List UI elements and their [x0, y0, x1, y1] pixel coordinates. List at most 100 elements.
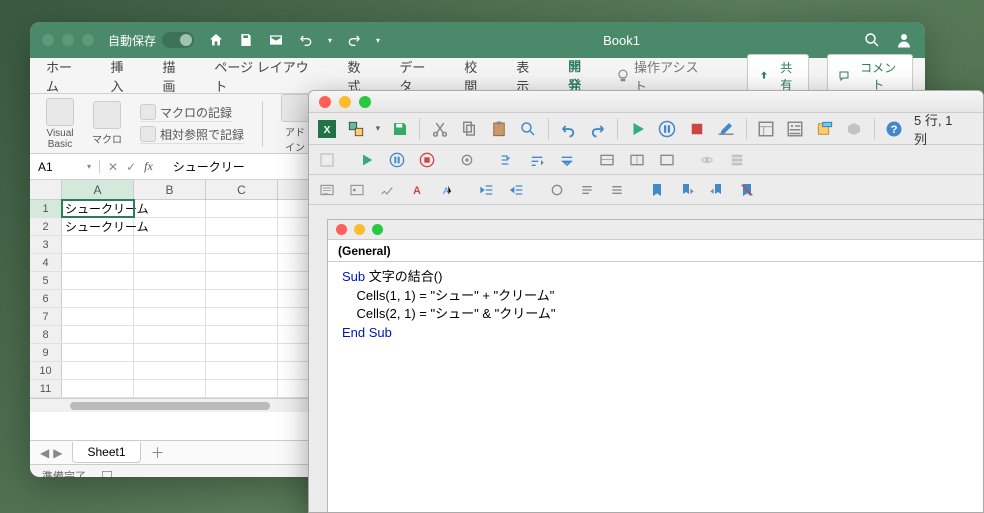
cell-C8[interactable] — [206, 326, 278, 343]
row-header[interactable]: 10 — [30, 362, 62, 379]
uncomment-block-icon[interactable] — [607, 180, 627, 200]
undo-icon[interactable] — [559, 119, 578, 139]
sheet-next-icon[interactable]: ▶ — [53, 446, 62, 460]
pause-icon[interactable] — [658, 119, 677, 139]
tab-insert[interactable]: 挿入 — [107, 49, 141, 103]
cell-C1[interactable] — [206, 200, 278, 217]
col-header-b[interactable]: B — [134, 180, 206, 199]
visual-basic-button[interactable]: Visual Basic — [40, 98, 80, 150]
design-mode-icon[interactable] — [716, 119, 735, 139]
cell-B5[interactable] — [134, 272, 206, 289]
cell-A8[interactable] — [62, 326, 134, 343]
complete-word-icon[interactable]: A — [437, 180, 457, 200]
record-macro-button[interactable]: マクロの記録 — [140, 104, 232, 122]
cell-C6[interactable] — [206, 290, 278, 307]
pause2-icon[interactable] — [387, 150, 407, 170]
tab-home[interactable]: ホーム — [42, 49, 89, 103]
outdent-icon[interactable] — [507, 180, 527, 200]
run2-icon[interactable] — [357, 150, 377, 170]
immediate-icon[interactable] — [627, 150, 647, 170]
cell-C2[interactable] — [206, 218, 278, 235]
cell-B3[interactable] — [134, 236, 206, 253]
next-bookmark-icon[interactable] — [677, 180, 697, 200]
project-explorer-icon[interactable] — [756, 119, 775, 139]
vba-titlebar[interactable] — [309, 91, 983, 113]
cell-A2[interactable]: シュークリーム — [62, 218, 134, 235]
col-header-a[interactable]: A — [62, 180, 134, 199]
comment-block-icon[interactable] — [577, 180, 597, 200]
code-close-dot[interactable] — [336, 224, 347, 235]
insert-module-icon[interactable] — [346, 119, 365, 139]
list-constants-icon[interactable] — [347, 180, 367, 200]
stop2-icon[interactable] — [417, 150, 437, 170]
copy-icon[interactable] — [460, 119, 479, 139]
undo-dropdown[interactable]: ▾ — [328, 36, 332, 45]
redo-icon[interactable] — [588, 119, 607, 139]
toolbox-icon[interactable] — [844, 119, 863, 139]
row-header[interactable]: 2 — [30, 218, 62, 235]
step-into-icon[interactable] — [497, 150, 517, 170]
accessibility-icon[interactable] — [100, 469, 114, 478]
save-icon[interactable] — [390, 119, 409, 139]
add-sheet-button[interactable]: ＋ — [151, 443, 165, 463]
autosave-toggle[interactable]: 自動保存 — [108, 32, 194, 49]
name-box[interactable]: A1 ▾ — [30, 160, 100, 174]
cell-C7[interactable] — [206, 308, 278, 325]
cancel-icon[interactable]: ✕ — [108, 160, 118, 174]
stop-icon[interactable] — [687, 119, 706, 139]
cell-A7[interactable] — [62, 308, 134, 325]
row-header[interactable]: 11 — [30, 380, 62, 397]
row-header[interactable]: 8 — [30, 326, 62, 343]
cell-A6[interactable] — [62, 290, 134, 307]
name-box-arrow[interactable]: ▾ — [87, 162, 91, 171]
object-dropdown[interactable]: (General) — [328, 240, 983, 262]
cell-B9[interactable] — [134, 344, 206, 361]
fx-icon[interactable]: fx — [144, 159, 153, 174]
row-header[interactable]: 4 — [30, 254, 62, 271]
toggle-breakpoint-icon[interactable] — [547, 180, 567, 200]
code-minimize-dot[interactable] — [354, 224, 365, 235]
row-header[interactable]: 5 — [30, 272, 62, 289]
cell-B8[interactable] — [134, 326, 206, 343]
macros-button[interactable]: マクロ — [86, 101, 128, 146]
callstack-icon[interactable] — [727, 150, 747, 170]
cell-A5[interactable] — [62, 272, 134, 289]
row-header[interactable]: 9 — [30, 344, 62, 361]
cell-C4[interactable] — [206, 254, 278, 271]
redo-icon[interactable] — [346, 32, 362, 48]
cell-A4[interactable] — [62, 254, 134, 271]
cell-B4[interactable] — [134, 254, 206, 271]
cell-A3[interactable] — [62, 236, 134, 253]
cell-A10[interactable] — [62, 362, 134, 379]
cell-C9[interactable] — [206, 344, 278, 361]
account-icon[interactable] — [895, 31, 913, 49]
row-header[interactable]: 1 — [30, 200, 62, 217]
properties-icon[interactable] — [786, 119, 805, 139]
cell-A9[interactable] — [62, 344, 134, 361]
close-dot[interactable] — [42, 34, 54, 46]
locals-icon[interactable] — [597, 150, 617, 170]
cell-B2[interactable] — [134, 218, 206, 235]
object-browser-icon[interactable] — [815, 119, 834, 139]
cell-C11[interactable] — [206, 380, 278, 397]
cell-A1[interactable]: シュークリーム — [62, 200, 134, 217]
send-icon[interactable] — [268, 32, 284, 48]
insert-dropdown-icon[interactable]: ▾ — [376, 123, 381, 134]
watch-icon[interactable] — [657, 150, 677, 170]
find-icon[interactable] — [518, 119, 537, 139]
quick-info-icon[interactable] — [377, 180, 397, 200]
cell-C5[interactable] — [206, 272, 278, 289]
minimize-dot[interactable] — [62, 34, 74, 46]
paste-icon[interactable] — [489, 119, 508, 139]
vba-minimize-dot[interactable] — [339, 96, 351, 108]
clear-bookmarks-icon[interactable] — [737, 180, 757, 200]
breakpoint-icon[interactable] — [457, 150, 477, 170]
run-icon[interactable] — [628, 119, 647, 139]
undo-icon[interactable] — [298, 32, 314, 48]
excel-app-icon[interactable]: X — [317, 119, 336, 139]
cell-B6[interactable] — [134, 290, 206, 307]
sheet-prev-icon[interactable]: ◀ — [40, 446, 49, 460]
cut-icon[interactable] — [430, 119, 449, 139]
save-icon[interactable] — [238, 32, 254, 48]
autosave-switch[interactable] — [162, 32, 194, 48]
